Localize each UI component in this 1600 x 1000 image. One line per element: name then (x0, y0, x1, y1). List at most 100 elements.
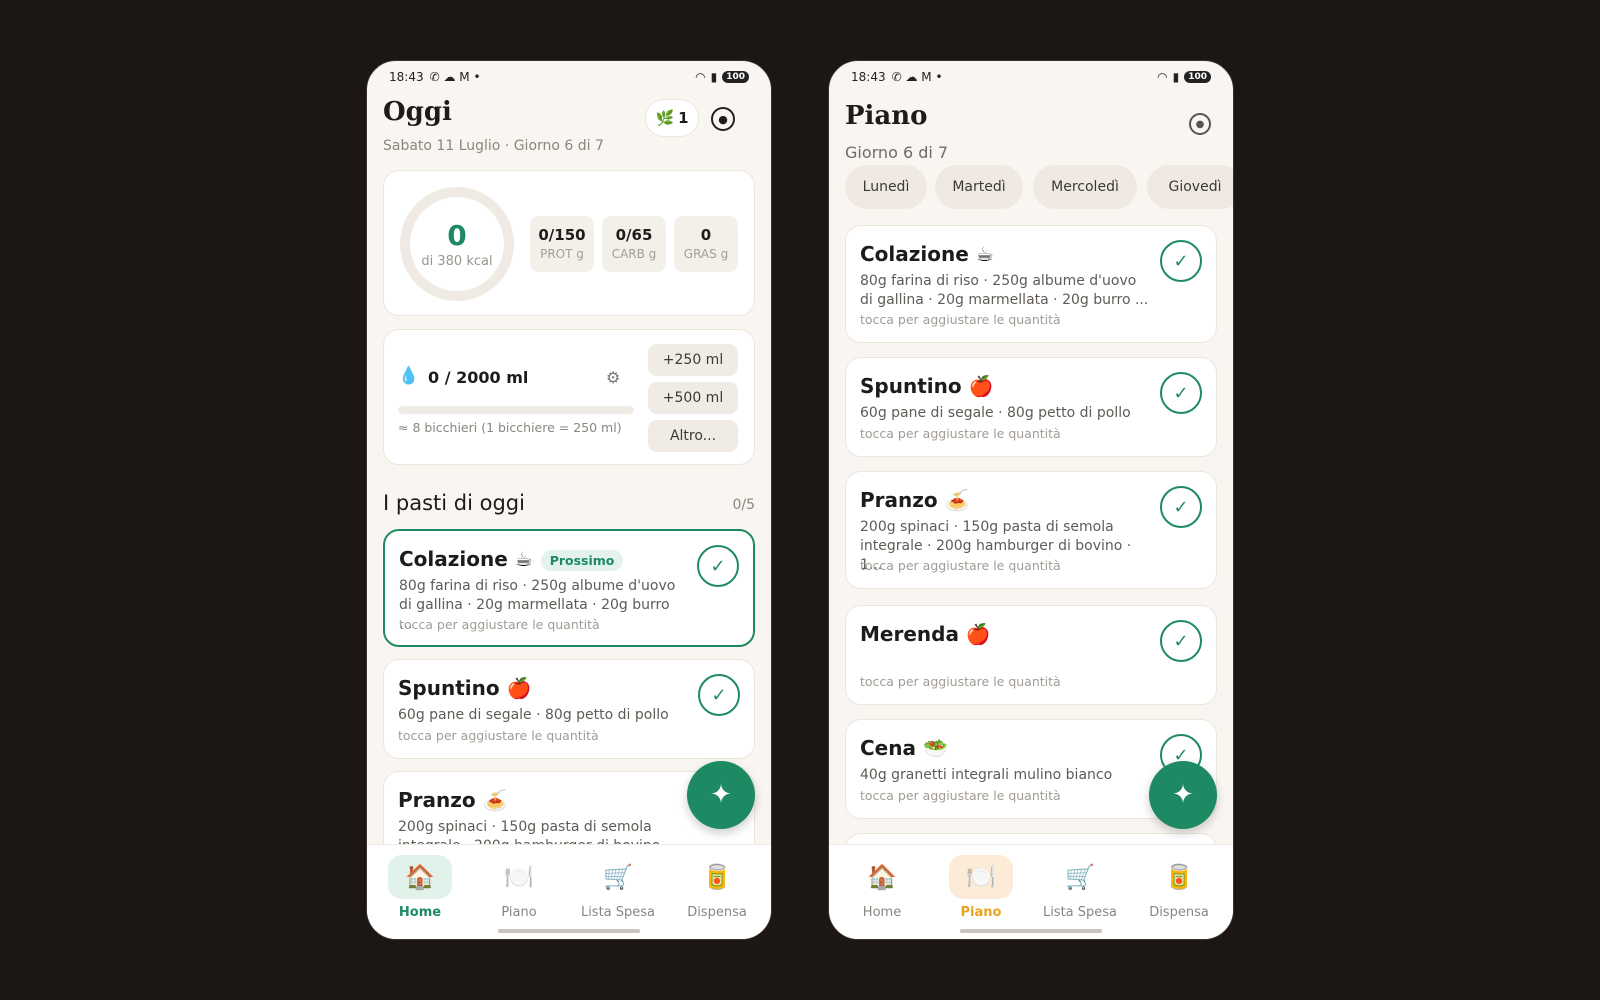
cart-icon: 🛒 (1065, 863, 1095, 891)
meal-hint: tocca per aggiustare le quantità (399, 617, 600, 632)
check-icon: ✓ (1173, 630, 1189, 652)
signal-icon: ▮ (1172, 70, 1180, 84)
meal-title: Cena 🥗 (860, 736, 948, 760)
bottom-nav: 🏠 Home 🍽️ Piano 🛒 Lista Spesa 🥫 Dispensa (829, 844, 1233, 939)
page-subtitle: Giorno 6 di 7 (845, 143, 949, 162)
nav-label: Dispensa (1149, 905, 1209, 920)
day-chip-lunedi[interactable]: Lunedì (845, 165, 927, 209)
nav-label: Piano (501, 905, 537, 920)
home-indicator (498, 929, 640, 933)
macro-unit: CARB g (611, 247, 657, 261)
status-time: 18:43 (851, 70, 886, 84)
meal-title: Colazione ☕ (399, 547, 533, 571)
home-screen: 18:43 ✆ ☁ M • ◠ ▮ 100 Oggi Sabato 11 Luglio… (366, 60, 772, 940)
macro-value: 0/150 (538, 226, 586, 244)
status-time: 18:43 (389, 70, 424, 84)
meal-items: 60g pane di segale · 80g petto di pollo (398, 707, 669, 723)
meal-card-spuntino[interactable]: Spuntino 🍎 60g pane di segale · 80g pett… (383, 659, 755, 759)
wifi-icon: ◠ (695, 70, 706, 84)
kcal-label: di 380 kcal (421, 254, 493, 269)
nav-label: Lista Spesa (1042, 905, 1118, 920)
meal-hint: tocca per aggiustare le quantità (860, 674, 1061, 689)
plate-icon: 🍽️ (949, 855, 1013, 899)
meal-check-button[interactable]: ✓ (1160, 486, 1202, 528)
nav-home[interactable]: 🏠 Home (370, 855, 470, 920)
add-500ml-button[interactable]: +500 ml (648, 382, 738, 414)
water-value: 0 / 2000 ml (428, 368, 529, 387)
day-chip-martedi[interactable]: Martedì (935, 165, 1023, 209)
battery-icon: 100 (722, 71, 749, 83)
meal-title: Merenda 🍎 (860, 622, 991, 646)
meal-check-button[interactable]: ✓ (697, 545, 739, 587)
meal-hint: tocca per aggiustare le quantità (860, 788, 1061, 803)
nav-label: Home (862, 905, 902, 920)
meal-hint: tocca per aggiustare le quantità (860, 426, 1061, 441)
macro-unit: PROT g (540, 247, 584, 261)
profile-icon[interactable]: ● (1189, 113, 1211, 135)
meal-card-merenda[interactable]: Merenda 🍎 tocca per aggiustare le quanti… (845, 605, 1217, 705)
nav-lista-spesa[interactable]: 🛒 Lista Spesa (568, 855, 668, 920)
meal-check-button[interactable]: ✓ (1160, 240, 1202, 282)
nav-label: Lista Spesa (580, 905, 656, 920)
notification-icons: ✆ ☁ M • (429, 70, 481, 84)
check-icon: ✓ (710, 555, 726, 577)
meal-title: Pranzo 🍝 (398, 788, 508, 812)
add-250ml-button[interactable]: +250 ml (648, 344, 738, 376)
check-icon: ✓ (1173, 382, 1189, 404)
status-bar: 18:43 ✆ ☁ M • ◠ ▮ 100 (389, 69, 749, 85)
nav-piano[interactable]: 🍽️ Piano (931, 855, 1031, 920)
signal-icon: ▮ (710, 70, 718, 84)
bottom-nav: 🏠 Home 🍽️ Piano 🛒 Lista Spesa 🥫 Dispensa (367, 844, 771, 939)
ai-sparkle-button[interactable]: ✦ (1149, 761, 1217, 829)
water-note: ≈ 8 bicchieri (1 bicchiere = 250 ml) (398, 420, 622, 435)
macro-value: 0/65 (615, 226, 653, 244)
meal-card-pranzo[interactable]: Pranzo 🍝 200g spinaci · 150g pasta di se… (845, 471, 1217, 589)
water-card: 💧 0 / 2000 ml ⚙ ≈ 8 bicchieri (1 bicchie… (383, 329, 755, 465)
profile-icon[interactable]: ● (711, 107, 735, 131)
nutrition-card: 0 di 380 kcal 0/150 PROT g 0/65 CARB g 0 GR… (383, 170, 755, 316)
meal-card-colazione[interactable]: Colazione ☕ 80g farina di riso · 250g al… (845, 225, 1217, 343)
nav-lista-spesa[interactable]: 🛒 Lista Spesa (1030, 855, 1130, 920)
meal-check-button[interactable]: ✓ (698, 674, 740, 716)
meal-hint: tocca per aggiustare le quantità (860, 312, 1061, 327)
meal-items: 40g granetti integrali mulino bianco (860, 767, 1113, 783)
water-drop-icon: 💧 (398, 366, 420, 386)
home-icon: 🏠 (388, 855, 452, 899)
kcal-ring: 0 di 380 kcal (400, 187, 514, 301)
sparkle-icon: ✦ (1172, 780, 1194, 810)
ai-sparkle-button[interactable]: ✦ (687, 761, 755, 829)
next-badge: Prossimo (540, 550, 624, 571)
home-indicator (960, 929, 1102, 933)
leaf-icon: 🌿 (655, 109, 675, 127)
streak-badge[interactable]: 🌿 1 (645, 99, 699, 137)
cart-icon: 🛒 (603, 863, 633, 891)
meal-check-button[interactable]: ✓ (1160, 620, 1202, 662)
settings-sliders-icon[interactable]: ⚙ (606, 368, 620, 387)
meal-card-colazione[interactable]: Colazione ☕ Prossimo 80g farina di riso ·… (383, 529, 755, 647)
nav-label: Piano (960, 905, 1002, 920)
meal-items: 80g farina di riso · 250g albume d'uovo … (860, 273, 1149, 308)
notification-icons: ✆ ☁ M • (891, 70, 943, 84)
meal-hint: tocca per aggiustare le quantità (398, 728, 599, 743)
nav-piano[interactable]: 🍽️ Piano (469, 855, 569, 920)
meal-items: 60g pane di segale · 80g petto di pollo (860, 405, 1131, 421)
macro-carb: 0/65 CARB g (602, 216, 666, 272)
meal-title: Spuntino 🍎 (398, 676, 532, 700)
nav-label: Home (398, 905, 442, 920)
day-chip-mercoledi[interactable]: Mercoledì (1033, 165, 1137, 209)
nav-home[interactable]: 🏠 Home (832, 855, 932, 920)
check-icon: ✓ (711, 684, 727, 706)
can-icon: 🥫 (702, 863, 732, 891)
plate-icon: 🍽️ (504, 863, 534, 891)
meal-check-button[interactable]: ✓ (1160, 372, 1202, 414)
macro-value: 0 (700, 226, 712, 244)
meal-card-spuntino[interactable]: Spuntino 🍎 60g pane di segale · 80g pett… (845, 357, 1217, 457)
water-progress-bar (398, 406, 634, 414)
add-other-button[interactable]: Altro... (648, 420, 738, 452)
nav-dispensa[interactable]: 🥫 Dispensa (667, 855, 767, 920)
day-chip-giovedi[interactable]: Giovedì (1147, 165, 1233, 209)
meal-title: Spuntino 🍎 (860, 374, 994, 398)
nav-dispensa[interactable]: 🥫 Dispensa (1129, 855, 1229, 920)
status-bar: 18:43 ✆ ☁ M • ◠ ▮ 100 (851, 69, 1211, 85)
can-icon: 🥫 (1164, 863, 1194, 891)
